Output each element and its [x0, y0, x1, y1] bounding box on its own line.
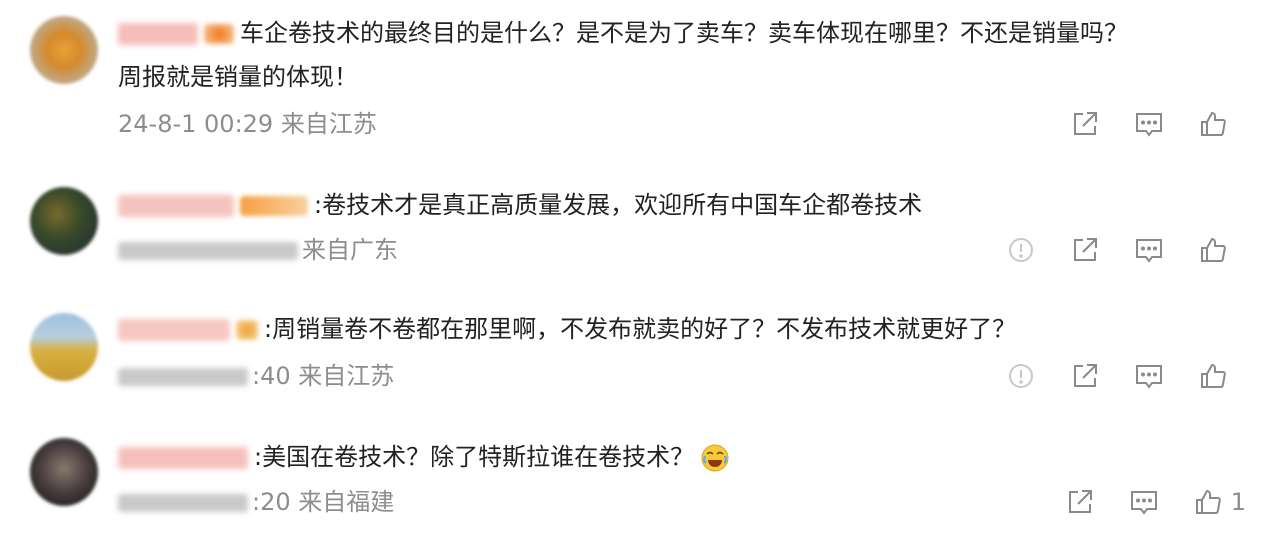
comment-location: 来自江苏 — [280, 110, 377, 138]
comment-text: 车企卷技术的最终目的是什么？是不是为了卖车？卖车体现在哪里？不还是销量吗？ — [118, 14, 1128, 52]
comment-text: :卷技术才是真正高质量发展，欢迎所有中国车企都卷技术 — [118, 186, 922, 224]
comment-button[interactable] — [1132, 359, 1166, 393]
comment-time: :40 — [252, 362, 291, 390]
share-icon — [1074, 364, 1097, 387]
comment-location: 来自江苏 — [298, 362, 395, 390]
thumbs-up-icon — [1201, 111, 1226, 136]
username[interactable] — [118, 447, 248, 469]
comment-icon — [1136, 239, 1162, 263]
comment-text-line-2: 周报就是销量的体现！ — [118, 63, 358, 91]
comment-meta: 来自广东 — [118, 234, 398, 266]
comment-time: 24-8-1 00:29 — [118, 110, 274, 138]
comment-text: :周销量卷不卷都在那里啊，不发布就卖的好了？不发布技术就更好了？ — [118, 310, 1016, 348]
comment-text: :美国在卷技术？除了特斯拉谁在卷技术？ — [118, 438, 730, 476]
comment-button[interactable] — [1132, 233, 1166, 267]
comment-button[interactable] — [1132, 107, 1166, 141]
comment-actions — [974, 233, 1230, 267]
report-button[interactable] — [1004, 359, 1038, 393]
share-icon — [1074, 112, 1097, 135]
comment-time-blurred — [118, 368, 248, 386]
report-button[interactable] — [1004, 233, 1038, 267]
comment-location: 来自广东 — [302, 236, 398, 264]
comment-text-line: :周销量卷不卷都在那里啊，不发布就卖的好了？不发布技术就更好了？ — [264, 315, 1017, 343]
comment-meta: :20 来自福建 — [118, 486, 394, 518]
comment-icon — [1136, 113, 1162, 137]
thumbs-up-icon — [1201, 237, 1226, 262]
username[interactable] — [118, 195, 234, 217]
avatar[interactable] — [30, 313, 98, 381]
thumbs-up-icon — [1201, 363, 1226, 388]
avatar[interactable] — [30, 187, 98, 255]
comment-meta: :40 来自江苏 — [118, 360, 394, 392]
comment-text-line: :卷技术才是真正高质量发展，欢迎所有中国车企都卷技术 — [314, 191, 923, 219]
badge-icon — [236, 320, 258, 340]
comment-time: :20 — [252, 488, 291, 516]
share-icon — [1074, 238, 1097, 261]
crying-laughing-emoji — [701, 444, 729, 472]
share-button[interactable] — [1063, 485, 1097, 519]
comment-actions: 1 — [1033, 485, 1246, 519]
username[interactable] — [118, 23, 198, 45]
like-button[interactable] — [1196, 233, 1230, 267]
avatar[interactable] — [30, 438, 98, 506]
share-button[interactable] — [1068, 233, 1102, 267]
like-button[interactable] — [1196, 359, 1230, 393]
share-button[interactable] — [1068, 107, 1102, 141]
username[interactable] — [118, 319, 230, 341]
comment-actions — [974, 359, 1230, 393]
report-icon — [1009, 364, 1033, 388]
comment-meta: 24-8-1 00:29 来自江苏 — [118, 108, 377, 140]
avatar[interactable] — [30, 16, 98, 84]
comment-text-line: :美国在卷技术？除了特斯拉谁在卷技术？ — [254, 443, 695, 471]
like-button[interactable] — [1196, 107, 1230, 141]
comment-time-blurred — [118, 494, 248, 512]
like-count: 1 — [1230, 488, 1246, 516]
like-button[interactable] — [1191, 485, 1225, 519]
report-icon — [1009, 238, 1033, 262]
comment-actions — [1038, 107, 1230, 141]
comment-time-blurred — [118, 242, 298, 260]
share-button[interactable] — [1068, 359, 1102, 393]
thumbs-up-icon — [1195, 489, 1221, 514]
comment-location: 来自福建 — [298, 488, 395, 516]
badge-icon — [240, 196, 308, 216]
share-icon — [1068, 490, 1092, 513]
badge-icon — [204, 24, 234, 44]
comment-text-line: 车企卷技术的最终目的是什么？是不是为了卖车？卖车体现在哪里？不还是销量吗？ — [240, 19, 1128, 47]
comment-icon — [1136, 365, 1162, 389]
comment-button[interactable] — [1127, 485, 1161, 519]
comment-icon — [1130, 491, 1157, 515]
